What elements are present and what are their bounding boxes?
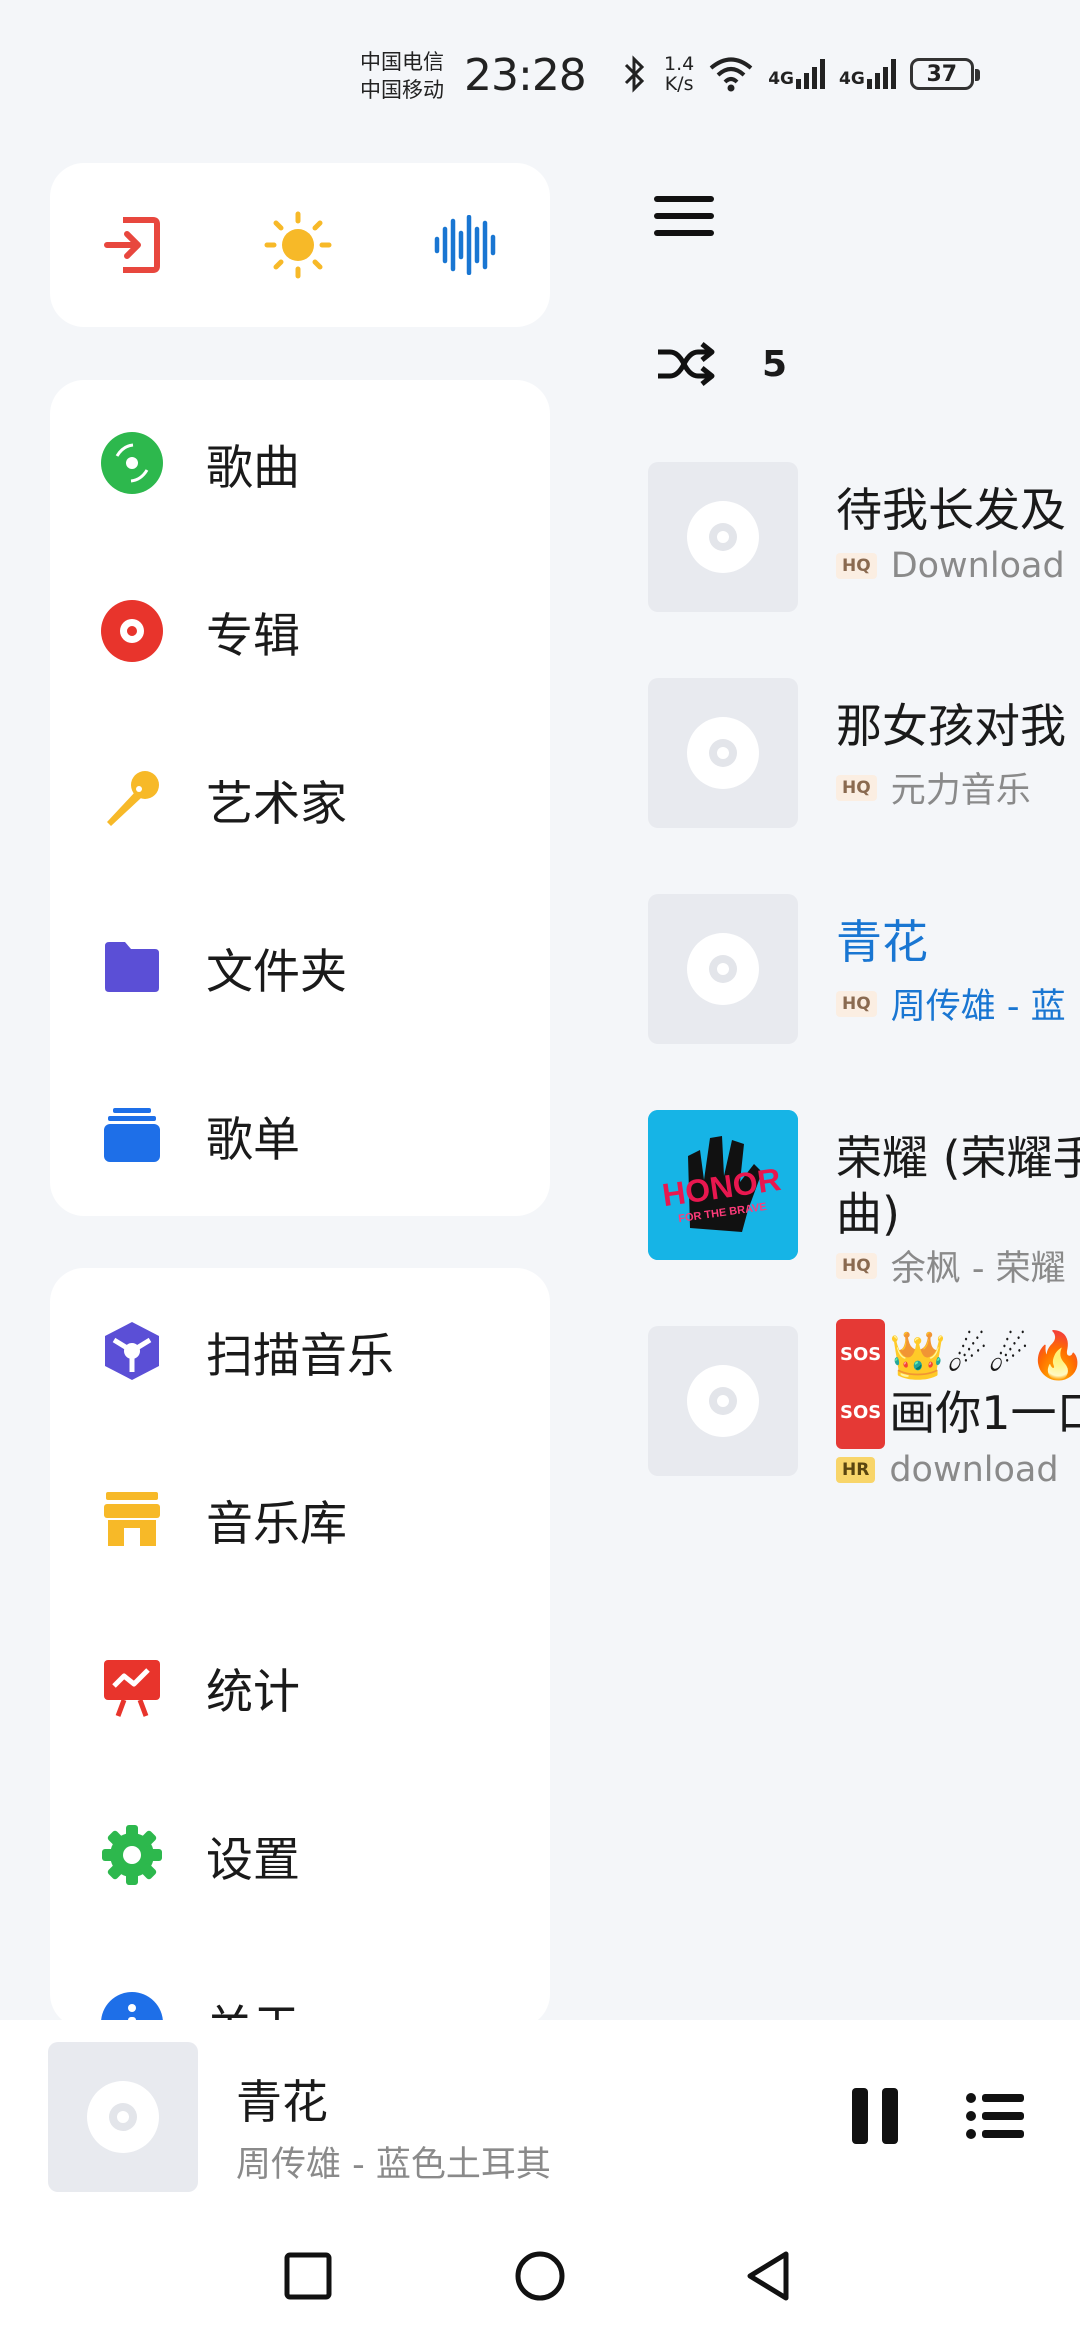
song-title: 那女孩对我 [836,699,1066,753]
battery-indicator: 37 [909,58,980,90]
carrier-2: 中国移动 [360,78,444,102]
song-subtitle: HR download [836,1450,1059,1490]
menu-item-label: 艺术家 [206,776,347,832]
menu-item-label: 歌单 [206,1112,300,1168]
album-placeholder-icon [648,1326,798,1476]
song-row[interactable]: 待我长发及 HQ Download [648,462,1080,612]
system-nav-bar [0,2212,1080,2340]
menu-item-albums[interactable]: 专辑 [50,581,550,681]
quality-badge: HR [836,1457,876,1483]
bluetooth-icon [624,55,645,93]
pause-button[interactable] [852,2088,898,2144]
audio-waveform-icon[interactable] [433,215,499,275]
network-speed: 1.4 K/s [664,53,695,95]
song-subtitle: HQ 元力音乐 [836,762,1031,813]
menu-item-folders[interactable]: 文件夹 [50,917,550,1017]
quality-badge: HQ [836,1252,877,1279]
menu-item-scan-music[interactable]: 扫描音乐 [50,1301,550,1401]
signal-sim1: 4G [768,59,826,89]
home-icon[interactable] [514,2250,566,2302]
album-placeholder-icon [648,462,798,612]
song-title: 待我长发及 [836,483,1066,537]
song-subtitle: HQ Download [836,546,1065,586]
tools-menu-card: 扫描音乐 音乐库 统计 设置 关于 [50,1268,550,2028]
signal-sim2: 4G [839,59,896,89]
carrier-labels: 中国电信 中国移动 [360,48,444,104]
wifi-icon [709,57,753,92]
menu-item-playlists[interactable]: 歌单 [50,1085,550,1185]
now-playing-subtitle: 周传雄 - 蓝色土耳其 [236,2145,551,2185]
song-title: 荣耀 (荣耀手 曲) [836,1131,1080,1241]
exit-icon[interactable] [101,214,163,276]
song-row[interactable]: 那女孩对我 HQ 元力音乐 [648,678,1080,828]
menu-item-label: 扫描音乐 [206,1328,394,1384]
scan-cube-icon [100,1319,164,1383]
menu-item-label: 设置 [206,1832,300,1888]
menu-item-music-library[interactable]: 音乐库 [50,1469,550,1569]
gear-icon [100,1823,164,1887]
hamburger-menu-icon[interactable] [654,196,714,242]
signal-bars-icon [866,59,896,89]
menu-item-label: 专辑 [206,608,300,664]
shuffle-icon[interactable] [656,342,716,388]
menu-item-artists[interactable]: 艺术家 [50,749,550,849]
microphone-icon [100,767,164,831]
carrier-1: 中国电信 [360,50,444,74]
menu-item-statistics[interactable]: 统计 [50,1637,550,1737]
menu-item-label: 文件夹 [206,944,347,1000]
status-icons: 1.4 K/s 4G 4G 37 [620,53,980,95]
playlist-icon [100,1103,164,1167]
clock: 23:28 [464,50,587,101]
song-row[interactable]: SOS 👑☄☄🔥 SOS 画你1一口 HR download [648,1319,1080,1490]
now-playing-title: 青花 [236,2075,328,2129]
song-row-playing[interactable]: 青花 HQ 周传雄 - 蓝 [648,894,1080,1044]
quick-actions-card [50,163,550,327]
sun-icon[interactable] [264,211,332,279]
album-placeholder-icon [648,894,798,1044]
song-row[interactable]: HONOR FOR THE BRAVE 荣耀 (荣耀手 曲) HQ 余枫 - 荣… [648,1110,1080,1289]
album-icon [100,599,164,663]
song-disc-icon [100,431,164,495]
pause-icon [852,2088,868,2144]
now-playing-bar[interactable]: 青花 周传雄 - 蓝色土耳其 [0,2020,1080,2212]
sos-emoji-icon: SOS [836,1377,886,1449]
album-cover: HONOR FOR THE BRAVE [648,1110,798,1260]
menu-item-settings[interactable]: 设置 [50,1805,550,1905]
song-subtitle: HQ 周传雄 - 蓝 [836,978,1066,1029]
quality-badge: HQ [836,553,877,579]
song-subtitle: HQ 余枫 - 荣耀 [836,1240,1066,1291]
queue-list-icon[interactable] [966,2092,1026,2140]
menu-item-songs[interactable]: 歌曲 [50,413,550,513]
back-icon[interactable] [744,2250,792,2302]
menu-item-label: 统计 [206,1664,300,1720]
menu-item-label: 音乐库 [206,1496,347,1552]
song-title: 青花 [836,915,928,969]
song-count: 5 [762,344,788,385]
signal-bars-icon [796,59,826,89]
quality-badge: HQ [836,774,877,801]
menu-item-label: 歌曲 [206,440,300,496]
store-icon [100,1487,164,1551]
album-placeholder-icon [48,2042,198,2192]
album-placeholder-icon [648,678,798,828]
quality-badge: HQ [836,990,877,1017]
library-menu-card: 歌曲 专辑 艺术家 文件夹 歌单 [50,380,550,1216]
song-title: SOS 👑☄☄🔥 SOS 画你1一口 [836,1319,1080,1449]
folder-icon [100,935,164,999]
recent-apps-icon[interactable] [284,2252,332,2300]
stats-board-icon [100,1655,164,1719]
